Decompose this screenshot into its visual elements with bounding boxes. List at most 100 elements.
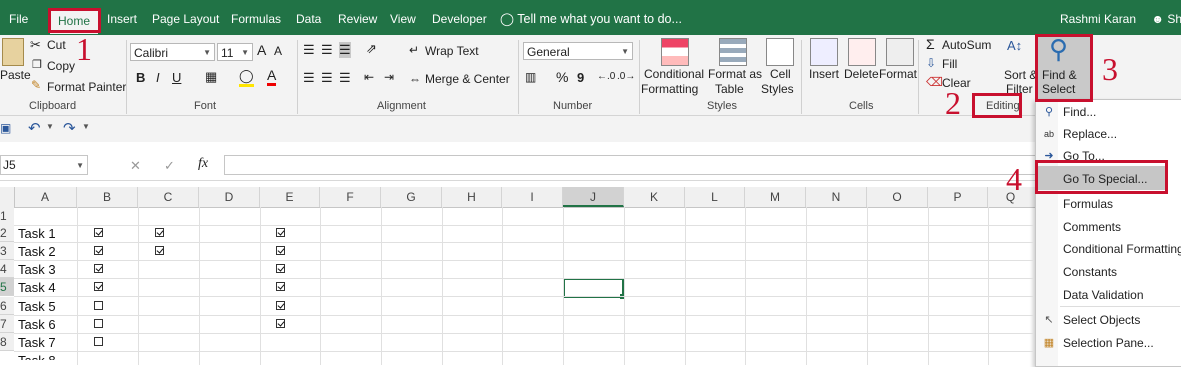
fill-button[interactable]: Fill bbox=[942, 57, 957, 71]
task-cell[interactable]: Task 8 bbox=[18, 352, 56, 360]
wrap-text-button[interactable]: Wrap Text bbox=[425, 44, 479, 58]
cell-styles-label-2[interactable]: Styles bbox=[761, 82, 794, 96]
percent-button[interactable]: % bbox=[556, 69, 568, 85]
currency-icon[interactable]: ▥ bbox=[525, 70, 536, 84]
delete-cells-button[interactable]: Delete bbox=[844, 67, 879, 81]
task-cell[interactable]: Task 4 bbox=[18, 279, 56, 297]
orientation-icon[interactable]: ⇗ bbox=[366, 41, 377, 57]
menu-replace[interactable]: Replace... bbox=[1063, 127, 1117, 141]
align-middle-icon[interactable]: ☰ bbox=[321, 42, 333, 58]
number-format-select[interactable]: General ▼ bbox=[523, 42, 633, 60]
checkbox-e7[interactable] bbox=[276, 319, 285, 328]
copy-button[interactable]: Copy bbox=[47, 59, 75, 73]
checkbox-b3[interactable] bbox=[94, 246, 103, 255]
decrease-decimal-icon[interactable]: .0→ bbox=[617, 71, 635, 82]
font-color-icon[interactable]: A bbox=[267, 67, 277, 86]
task-cell[interactable]: Task 7 bbox=[18, 334, 56, 352]
menu-find[interactable]: Find... bbox=[1063, 105, 1096, 119]
borders-icon[interactable]: ▦ bbox=[205, 69, 217, 85]
task-cell[interactable]: Task 1 bbox=[18, 225, 56, 243]
menu-formulas[interactable]: Formulas bbox=[1063, 197, 1113, 211]
underline-button[interactable]: U bbox=[172, 70, 181, 85]
align-top-icon[interactable]: ☰ bbox=[303, 42, 315, 58]
column-header-i[interactable]: I bbox=[502, 187, 563, 207]
row-header-7[interactable]: 7 bbox=[0, 315, 14, 333]
font-size-select[interactable]: 11 ▼ bbox=[217, 43, 253, 61]
column-header-j[interactable]: J bbox=[563, 187, 624, 207]
task-cell[interactable]: Task 3 bbox=[18, 261, 56, 279]
column-header-p[interactable]: P bbox=[928, 187, 988, 207]
format-table-label-2[interactable]: Table bbox=[715, 82, 744, 96]
checkbox-b6[interactable] bbox=[94, 301, 103, 310]
comma-button[interactable]: 9 bbox=[577, 70, 584, 85]
tab-page-layout[interactable]: Page Layout bbox=[152, 0, 219, 35]
conditional-formatting-label-1[interactable]: Conditional bbox=[644, 67, 704, 81]
menu-constants[interactable]: Constants bbox=[1063, 265, 1117, 279]
cut-button[interactable]: Cut bbox=[47, 38, 66, 52]
column-header-l[interactable]: L bbox=[685, 187, 745, 207]
checkbox-c3[interactable] bbox=[155, 246, 164, 255]
increase-font-button[interactable]: A bbox=[257, 42, 266, 58]
align-left-icon[interactable]: ☰ bbox=[303, 70, 315, 86]
active-cell-j5[interactable] bbox=[563, 278, 624, 298]
column-header-b[interactable]: B bbox=[77, 187, 138, 207]
checkbox-b5[interactable] bbox=[94, 282, 103, 291]
row-header-5[interactable]: 5 bbox=[0, 278, 14, 296]
paste-button[interactable]: Paste bbox=[0, 68, 31, 82]
column-header-c[interactable]: C bbox=[138, 187, 199, 207]
checkbox-e6[interactable] bbox=[276, 301, 285, 310]
tab-view[interactable]: View bbox=[390, 0, 416, 35]
decrease-indent-icon[interactable]: ⇤ bbox=[364, 70, 374, 84]
autosum-button[interactable]: AutoSum bbox=[942, 38, 991, 52]
row-header-2[interactable]: 2 bbox=[0, 224, 14, 242]
sort-filter-label-1[interactable]: Sort & bbox=[1004, 68, 1037, 82]
cancel-icon[interactable]: ✕ bbox=[130, 158, 141, 174]
merge-center-button[interactable]: Merge & Center bbox=[425, 72, 510, 86]
checkbox-e4[interactable] bbox=[276, 264, 285, 273]
increase-decimal-icon[interactable]: ←.0 bbox=[597, 71, 615, 82]
checkbox-e2[interactable] bbox=[276, 228, 285, 237]
insert-cells-button[interactable]: Insert bbox=[809, 67, 839, 81]
menu-conditional-formatting[interactable]: Conditional Formatting bbox=[1063, 242, 1181, 256]
tab-file[interactable]: File bbox=[9, 0, 28, 35]
save-icon[interactable]: ▣ bbox=[0, 121, 11, 135]
checkbox-b7[interactable] bbox=[94, 319, 103, 328]
paste-icon[interactable] bbox=[2, 38, 24, 66]
align-center-icon[interactable]: ☰ bbox=[321, 70, 333, 86]
enter-icon[interactable]: ✓ bbox=[164, 158, 175, 174]
menu-comments[interactable]: Comments bbox=[1063, 220, 1121, 234]
tell-me-search[interactable]: ◯ Tell me what you want to do... bbox=[500, 0, 682, 35]
align-right-icon[interactable]: ☰ bbox=[339, 70, 351, 86]
insert-function-button[interactable]: fx bbox=[198, 156, 208, 172]
account-area[interactable]: Rashmi Karan ☻ Shar bbox=[1060, 0, 1181, 35]
task-cell[interactable]: Task 2 bbox=[18, 243, 56, 261]
format-cells-button[interactable]: Format bbox=[879, 67, 917, 81]
tab-developer[interactable]: Developer bbox=[432, 0, 487, 35]
fill-color-icon[interactable]: ◯ bbox=[239, 68, 254, 87]
format-painter-button[interactable]: Format Painter bbox=[47, 80, 126, 94]
decrease-font-button[interactable]: A bbox=[274, 44, 282, 58]
row-header-4[interactable]: 4 bbox=[0, 260, 14, 278]
format-table-label-1[interactable]: Format as bbox=[708, 67, 762, 81]
undo-icon[interactable]: ↶ bbox=[28, 119, 41, 137]
tab-review[interactable]: Review bbox=[338, 0, 377, 35]
menu-select-objects[interactable]: Select Objects bbox=[1063, 313, 1140, 327]
checkbox-b2[interactable] bbox=[94, 228, 103, 237]
font-family-select[interactable]: Calibri ▼ bbox=[130, 43, 215, 61]
select-all-corner[interactable] bbox=[0, 187, 15, 207]
italic-button[interactable]: I bbox=[156, 70, 160, 85]
share-icon[interactable]: ☻ bbox=[1151, 12, 1164, 26]
chevron-down-icon[interactable]: ▼ bbox=[46, 122, 54, 131]
cell-styles-label-1[interactable]: Cell bbox=[770, 67, 791, 81]
checkbox-b8[interactable] bbox=[94, 337, 103, 346]
increase-indent-icon[interactable]: ⇥ bbox=[384, 70, 394, 84]
row-header-8[interactable]: 8 bbox=[0, 333, 14, 351]
task-cell[interactable]: Task 5 bbox=[18, 298, 56, 316]
tab-formulas[interactable]: Formulas bbox=[231, 0, 281, 35]
conditional-formatting-label-2[interactable]: Formatting bbox=[641, 82, 698, 96]
name-box[interactable]: J5 ▼ bbox=[0, 155, 88, 175]
column-header-f[interactable]: F bbox=[320, 187, 381, 207]
chevron-down-icon[interactable]: ▼ bbox=[82, 122, 90, 131]
column-header-g[interactable]: G bbox=[381, 187, 442, 207]
align-bottom-icon[interactable]: ☰ bbox=[339, 42, 351, 58]
